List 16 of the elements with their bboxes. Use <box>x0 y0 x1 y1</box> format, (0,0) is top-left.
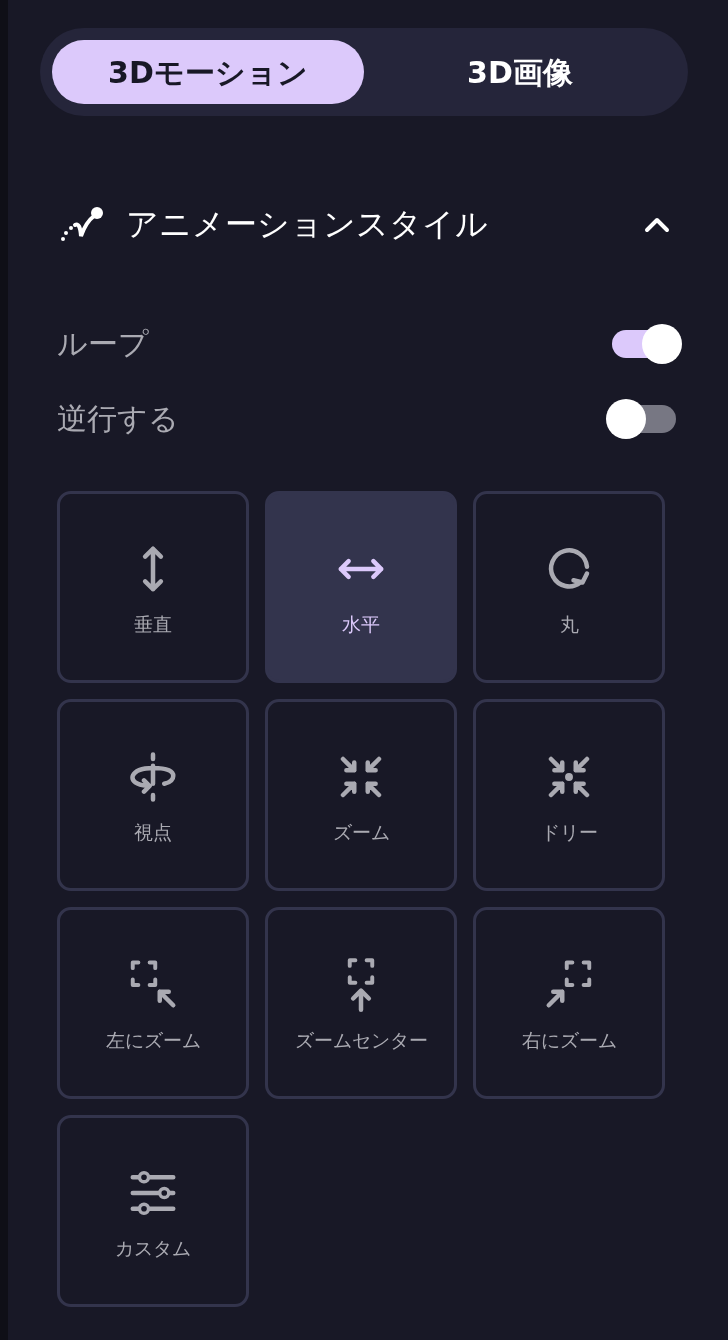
style-option[interactable]: ドリー <box>473 699 665 891</box>
style-option[interactable]: ズームセンター <box>265 907 457 1099</box>
toggle-label: ループ <box>57 325 149 363</box>
style-option[interactable]: 丸 <box>473 491 665 683</box>
style-option[interactable]: 右にズーム <box>473 907 665 1099</box>
style-option[interactable]: 視点 <box>57 699 249 891</box>
style-option[interactable]: 水平 <box>265 491 457 683</box>
animation-path-icon <box>60 206 104 242</box>
style-option[interactable]: ズーム <box>265 699 457 891</box>
tab[interactable]: 3D画像 <box>364 40 676 104</box>
toggle-label: 逆行する <box>57 400 179 438</box>
style-option[interactable]: 垂直 <box>57 491 249 683</box>
section-title: アニメーションスタイル <box>126 204 489 245</box>
style-option[interactable]: カスタム <box>57 1115 249 1307</box>
tab[interactable]: 3Dモーション <box>52 40 364 104</box>
style-option[interactable]: 左にズーム <box>57 907 249 1099</box>
